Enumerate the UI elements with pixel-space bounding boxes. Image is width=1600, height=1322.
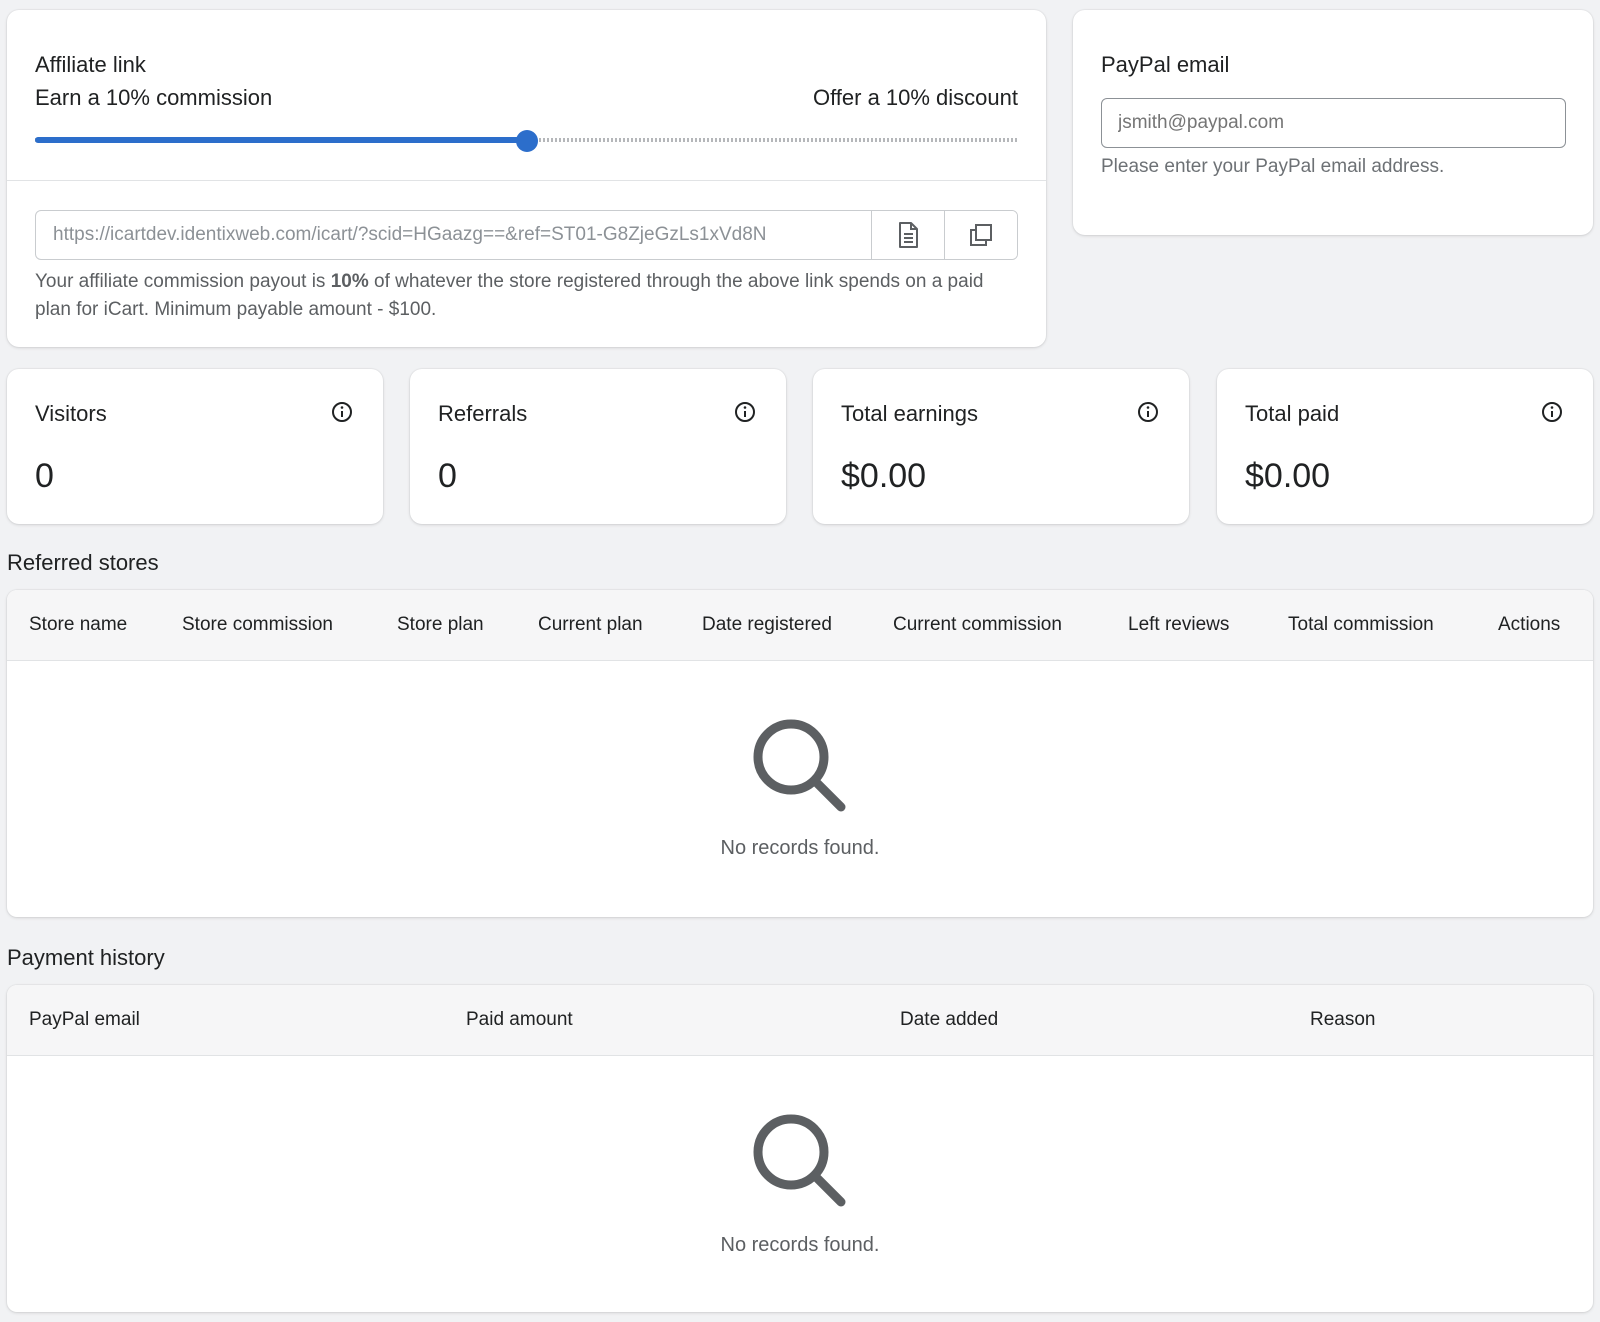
help-prefix: Your affiliate commission payout is — [35, 271, 331, 292]
stat-value: 0 — [35, 457, 54, 495]
column-header[interactable]: Left reviews — [1128, 614, 1229, 636]
affiliate-link-input[interactable] — [36, 211, 871, 259]
info-icon[interactable] — [1137, 401, 1159, 423]
commission-discount-slider[interactable] — [35, 130, 1018, 152]
column-header[interactable]: Store commission — [182, 614, 333, 636]
paypal-email-title: PayPal email — [1101, 52, 1230, 77]
stat-value: 0 — [438, 457, 457, 495]
slider-thumb[interactable] — [515, 130, 538, 152]
column-header[interactable]: PayPal email — [29, 1009, 140, 1031]
empty-state-text: No records found. — [720, 837, 880, 859]
document-icon — [899, 222, 918, 248]
paypal-email-card: PayPal email Please enter your PayPal em… — [1073, 10, 1593, 235]
info-icon[interactable] — [331, 401, 353, 423]
info-icon[interactable] — [734, 401, 756, 423]
column-header[interactable]: Actions — [1498, 614, 1560, 636]
column-header[interactable]: Store plan — [397, 614, 484, 636]
table-header: PayPal email Paid amount Date added Reas… — [7, 985, 1593, 1056]
affiliate-help-text: Your affiliate commission payout is 10% … — [35, 268, 1018, 324]
stat-label: Total earnings — [841, 401, 978, 426]
slider-fill — [35, 137, 527, 143]
referred-stores-heading: Referred stores — [7, 550, 159, 575]
stat-card-visitors: Visitors 0 — [7, 369, 383, 524]
commission-label: Earn a 10% commission — [35, 85, 273, 110]
stat-card-referrals: Referrals 0 — [410, 369, 786, 524]
column-header[interactable]: Store name — [29, 614, 127, 636]
affiliate-link-group — [35, 210, 1018, 260]
copy-link-button[interactable] — [944, 211, 1017, 259]
stat-card-total-earnings: Total earnings $0.00 — [813, 369, 1189, 524]
view-link-button[interactable] — [871, 211, 944, 259]
discount-label: Offer a 10% discount — [812, 85, 1018, 110]
referred-stores-table: Store name Store commission Store plan C… — [7, 590, 1593, 917]
table-header: Store name Store commission Store plan C… — [7, 590, 1593, 661]
payment-history-heading: Payment history — [7, 945, 165, 970]
stat-label: Total paid — [1245, 401, 1340, 426]
affiliate-link-title: Affiliate link — [35, 52, 146, 77]
search-icon — [753, 719, 846, 812]
copy-icon — [970, 224, 992, 246]
column-header[interactable]: Date added — [900, 1009, 998, 1031]
column-header[interactable]: Paid amount — [466, 1009, 573, 1031]
column-header[interactable]: Reason — [1310, 1009, 1376, 1031]
search-icon — [753, 1114, 846, 1207]
stat-label: Referrals — [438, 401, 528, 426]
info-icon[interactable] — [1541, 401, 1563, 423]
help-bold-percent: 10% — [330, 271, 369, 292]
column-header[interactable]: Total commission — [1288, 614, 1434, 636]
affiliate-link-card: Affiliate link Earn a 10% commission Off… — [7, 10, 1046, 347]
divider — [7, 180, 1046, 181]
column-header[interactable]: Current commission — [893, 614, 1062, 636]
stat-value: $0.00 — [1245, 457, 1331, 495]
paypal-help-text: Please enter your PayPal email address. — [1101, 156, 1445, 177]
stat-card-total-paid: Total paid $0.00 — [1217, 369, 1593, 524]
stat-value: $0.00 — [841, 457, 927, 495]
empty-state-text: No records found. — [720, 1234, 880, 1256]
paypal-email-input[interactable] — [1101, 98, 1566, 148]
column-header[interactable]: Date registered — [702, 614, 832, 636]
payment-history-table: PayPal email Paid amount Date added Reas… — [7, 985, 1593, 1312]
column-header[interactable]: Current plan — [538, 614, 643, 636]
stat-label: Visitors — [35, 401, 107, 426]
